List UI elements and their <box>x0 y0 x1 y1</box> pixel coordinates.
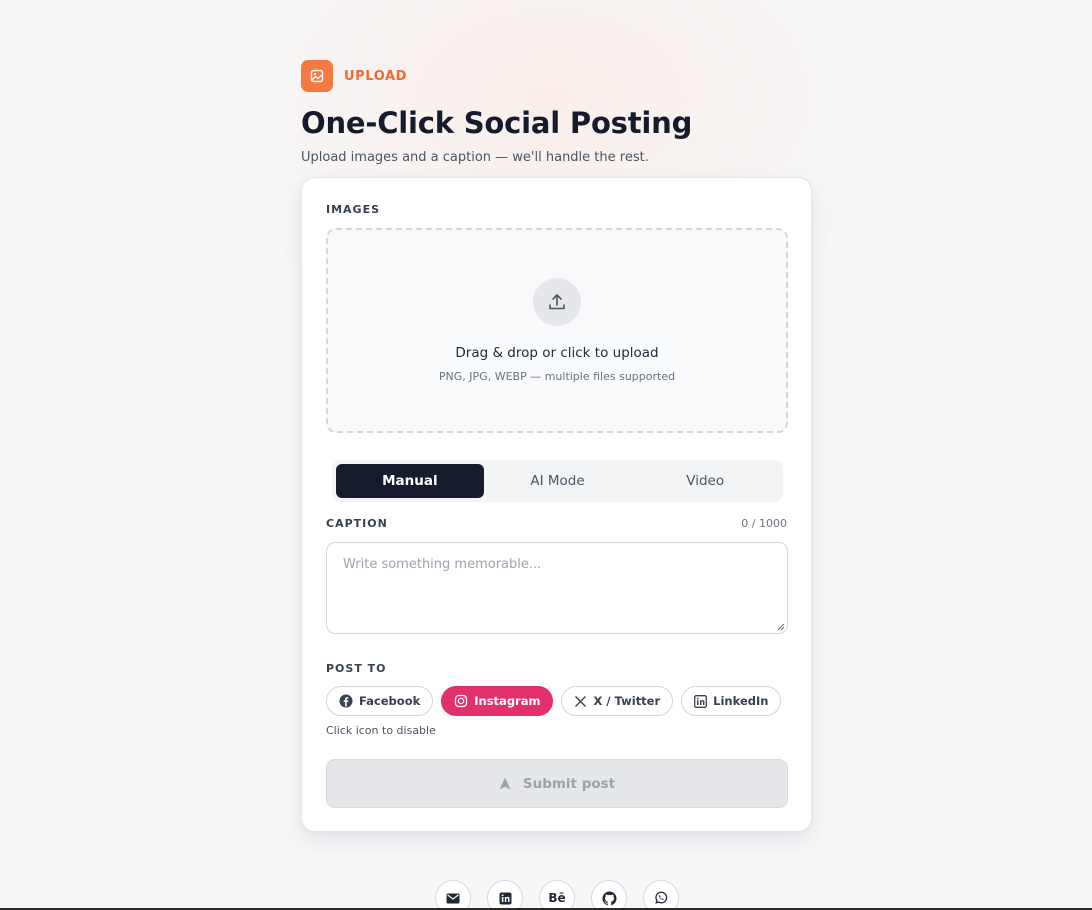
submit-label: Submit post <box>522 775 616 792</box>
send-icon <box>499 777 511 790</box>
linkedin-icon <box>694 694 708 708</box>
post-to-label: POST TO <box>326 662 387 675</box>
caption-char-count: 0 / 1000 <box>741 517 787 530</box>
platform-chip-linkedin[interactable]: LinkedIn <box>681 686 782 716</box>
resize-grip-icon[interactable] <box>777 623 785 631</box>
behance-icon[interactable]: Bē <box>539 880 575 910</box>
dropzone-title: Drag & drop or click to upload <box>455 345 659 361</box>
platform-label-x-twitter: X / Twitter <box>593 694 661 708</box>
platform-label-facebook: Facebook <box>359 694 421 708</box>
platform-label-instagram: Instagram <box>474 694 541 708</box>
dropzone-hint: PNG, JPG, WEBP — multiple files supporte… <box>438 370 676 383</box>
x-icon <box>575 695 587 707</box>
platform-chip-x-twitter[interactable]: X / Twitter <box>561 686 674 716</box>
github-icon[interactable] <box>591 880 627 910</box>
whatsapp-icon[interactable] <box>643 880 679 910</box>
submit-button[interactable]: Submit post <box>326 759 788 808</box>
page-title: One-Click Social Posting <box>301 106 693 140</box>
caption-textarea[interactable] <box>326 542 788 634</box>
eyebrow: UPLOAD <box>301 60 812 92</box>
tab-manual[interactable]: Manual <box>336 464 484 498</box>
platform-label-linkedin: LinkedIn <box>713 694 769 708</box>
platform-hint: Click icon to disable <box>326 724 436 737</box>
eyebrow-label: UPLOAD <box>344 68 408 84</box>
images-label: IMAGES <box>326 203 381 216</box>
tab-video[interactable]: Video <box>631 464 779 498</box>
image-dropzone[interactable]: Drag & drop or click to upload PNG, JPG,… <box>326 228 788 433</box>
platform-chip-instagram[interactable]: Instagram <box>441 686 554 716</box>
page-subtitle: Upload images and a caption — we'll hand… <box>301 150 649 165</box>
caption-label: CAPTION <box>326 517 388 530</box>
facebook-icon <box>339 694 353 708</box>
tab-ai-mode[interactable]: AI Mode <box>484 464 632 498</box>
page-header: UPLOAD One-Click Social Posting Upload i… <box>301 60 812 167</box>
mode-tabs: Manual AI Mode Video <box>332 460 783 502</box>
linkedin-icon[interactable] <box>487 880 523 910</box>
upload-card: IMAGES Drag & drop or click to upload PN… <box>301 177 812 832</box>
upload-icon <box>533 278 581 326</box>
platform-chip-facebook[interactable]: Facebook <box>326 686 434 716</box>
image-icon <box>301 60 333 92</box>
mail-icon[interactable] <box>435 880 471 910</box>
footer-social-links: Bē <box>435 880 679 910</box>
platform-chips: Facebook Instagram X / Twitter LinkedIn <box>326 686 782 716</box>
instagram-icon <box>455 694 468 708</box>
